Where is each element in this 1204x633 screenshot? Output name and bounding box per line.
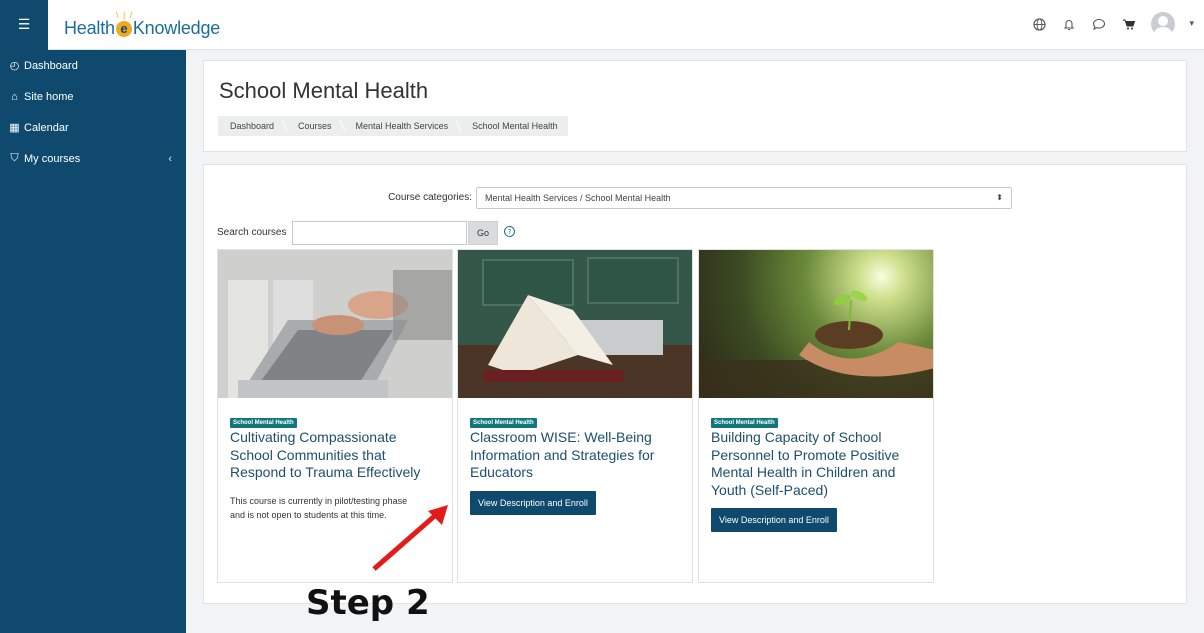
logo-rays-icon: \ | /	[116, 10, 134, 20]
sidebar-item-dashboard[interactable]: ◴ Dashboard	[0, 50, 186, 81]
go-button[interactable]: Go	[468, 221, 498, 245]
page-title: School Mental Health	[219, 78, 429, 103]
course-card: School Mental Health Classroom WISE: Wel…	[457, 249, 693, 583]
breadcrumb-item-dashboard[interactable]: Dashboard	[218, 116, 284, 136]
breadcrumb: Dashboard Courses Mental Health Services…	[218, 116, 568, 136]
view-description-enroll-button[interactable]: View Description and Enroll	[470, 490, 596, 515]
course-image[interactable]	[458, 250, 692, 398]
breadcrumb-item-school-mental-health[interactable]: School Mental Health	[458, 116, 568, 136]
sidebar: ◴ Dashboard ⌂ Site home ▦ Calendar ⛉ My …	[0, 50, 186, 633]
globe-icon[interactable]	[1031, 16, 1047, 32]
category-badge: School Mental Health	[711, 418, 778, 428]
course-card-body: School Mental Health Cultivating Compass…	[218, 398, 452, 522]
select-arrows-icon: ⬍	[996, 193, 1003, 202]
course-title[interactable]: Building Capacity of School Personnel to…	[711, 429, 921, 499]
course-title[interactable]: Cultivating Compassionate School Communi…	[230, 429, 440, 482]
breadcrumb-item-mental-health-services[interactable]: Mental Health Services	[342, 116, 459, 136]
site-logo[interactable]: \ | / Health e Knowledge	[64, 10, 221, 39]
sidebar-item-label: Calendar	[24, 121, 69, 134]
category-filter-row: Course categories: Mental Health Service…	[204, 187, 1186, 209]
search-label: Search courses	[217, 227, 287, 238]
top-navbar: ☰ \ | / Health e Knowledge ▾	[0, 0, 1204, 50]
view-description-enroll-button[interactable]: View Description and Enroll	[711, 508, 837, 532]
course-card-body: School Mental Health Classroom WISE: Wel…	[458, 398, 692, 515]
logo-text-knowledge: Knowledge	[132, 18, 221, 38]
category-badge: School Mental Health	[470, 418, 537, 428]
user-avatar[interactable]	[1151, 12, 1176, 36]
course-card: School Mental Health Building Capacity o…	[698, 249, 934, 583]
step-label: Step 2	[306, 583, 430, 623]
bell-icon[interactable]	[1061, 16, 1077, 32]
course-card-body: School Mental Health Building Capacity o…	[699, 398, 933, 532]
sidebar-item-label: My courses	[24, 152, 81, 165]
sidebar-item-site-home[interactable]: ⌂ Site home	[0, 81, 186, 112]
user-menu-chevron-icon[interactable]: ▾	[1189, 19, 1194, 29]
calendar-icon: ▦	[9, 122, 20, 134]
chat-icon[interactable]	[1091, 16, 1107, 32]
logo-text-health: Health	[64, 18, 115, 38]
dashboard-icon: ◴	[9, 60, 20, 72]
sidebar-item-my-courses[interactable]: ⛉ My courses ‹	[0, 143, 186, 174]
help-icon[interactable]: ?	[504, 226, 515, 237]
logo-e-badge: e	[115, 21, 132, 37]
course-listing: Course categories: Mental Health Service…	[203, 164, 1187, 604]
breadcrumb-item-courses[interactable]: Courses	[284, 116, 342, 136]
chevron-left-icon[interactable]: ‹	[168, 153, 172, 165]
sidebar-item-label: Dashboard	[24, 59, 78, 72]
menu-toggle-icon[interactable]: ☰	[0, 0, 48, 50]
home-icon: ⌂	[11, 90, 18, 103]
sidebar-item-calendar[interactable]: ▦ Calendar	[0, 112, 186, 143]
page-header: School Mental Health Dashboard Courses M…	[203, 60, 1187, 152]
cart-icon[interactable]	[1121, 16, 1137, 32]
category-label: Course categories:	[388, 192, 472, 203]
search-input[interactable]	[292, 221, 467, 245]
course-image[interactable]	[699, 250, 933, 398]
category-select[interactable]: Mental Health Services / School Mental H…	[476, 187, 1012, 209]
course-title[interactable]: Classroom WISE: Well-Being Information a…	[470, 429, 680, 482]
category-badge: School Mental Health	[230, 418, 297, 428]
category-select-value: Mental Health Services / School Mental H…	[485, 193, 671, 203]
course-image[interactable]	[218, 250, 452, 398]
courses-icon: ⛉	[10, 152, 19, 164]
annotation-arrow-icon	[372, 505, 448, 571]
navbar-actions: ▾	[1031, 12, 1194, 36]
sidebar-item-label: Site home	[24, 90, 74, 103]
